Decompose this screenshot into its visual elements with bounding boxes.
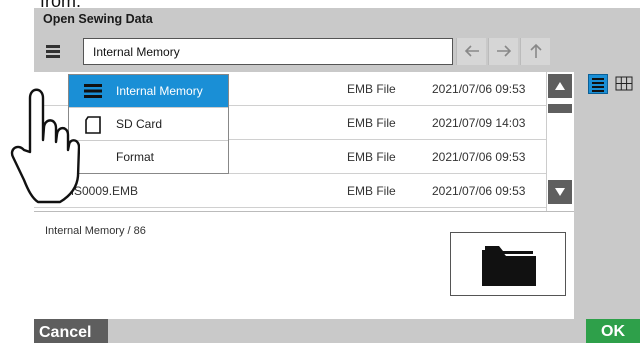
preview-box — [450, 232, 566, 296]
file-date: 2021/07/06 09:53 — [432, 82, 526, 96]
file-type: EMB File — [347, 184, 396, 198]
up-button[interactable] — [520, 38, 550, 65]
dialog-title: Open Sewing Data — [43, 12, 153, 26]
list-view-button[interactable] — [588, 74, 608, 94]
ok-button[interactable]: OK — [586, 319, 640, 343]
location-path-text: Internal Memory — [93, 45, 180, 59]
file-type: EMB File — [347, 150, 396, 164]
location-path-field[interactable]: Internal Memory — [83, 38, 453, 65]
file-type: EMB File — [347, 82, 396, 96]
scroll-down-button[interactable] — [548, 180, 572, 204]
pointing-hand-icon — [10, 88, 80, 204]
info-panel: Internal Memory / 86 — [34, 211, 574, 319]
arrow-right-icon — [497, 45, 512, 57]
folder-icon — [482, 246, 536, 286]
grid-icon — [615, 76, 633, 91]
triangle-up-icon — [555, 82, 565, 90]
cancel-button[interactable]: Cancel — [34, 319, 108, 343]
grid-view-button[interactable] — [614, 74, 634, 94]
storage-dropdown: Internal Memory SD Card Format — [68, 74, 229, 174]
open-sewing-data-dialog: Open Sewing Data Internal Memory EMB Fil… — [34, 8, 640, 343]
status-text: Internal Memory / 86 — [45, 225, 146, 237]
arrow-left-icon — [464, 45, 479, 57]
scrollbar-thumb[interactable] — [548, 104, 572, 113]
forward-button[interactable] — [488, 38, 518, 65]
back-button[interactable] — [456, 38, 486, 65]
dropdown-item-format[interactable]: Format — [69, 141, 228, 174]
dropdown-item-label: SD Card — [116, 117, 163, 131]
triangle-down-icon — [555, 188, 565, 196]
file-type: EMB File — [347, 116, 396, 130]
storage-list-icon[interactable] — [40, 40, 68, 64]
file-date: 2021/07/06 09:53 — [432, 184, 526, 198]
arrow-up-icon — [530, 43, 542, 58]
dropdown-item-sd-card[interactable]: SD Card — [69, 108, 228, 141]
file-date: 2021/07/09 14:03 — [432, 116, 526, 130]
scroll-up-button[interactable] — [548, 74, 572, 98]
dropdown-item-label: Internal Memory — [116, 84, 203, 98]
dropdown-item-internal-memory[interactable]: Internal Memory — [69, 75, 228, 108]
dropdown-item-label: Format — [116, 150, 155, 164]
file-row[interactable]: MS0009.EMB EMB File 2021/07/06 09:53 — [34, 174, 546, 208]
file-date: 2021/07/06 09:53 — [432, 150, 526, 164]
sd-card-icon — [85, 116, 101, 134]
internal-memory-icon — [84, 84, 102, 98]
dialog-title-bar: Open Sewing Data — [34, 8, 640, 32]
bottom-bar — [34, 319, 640, 343]
